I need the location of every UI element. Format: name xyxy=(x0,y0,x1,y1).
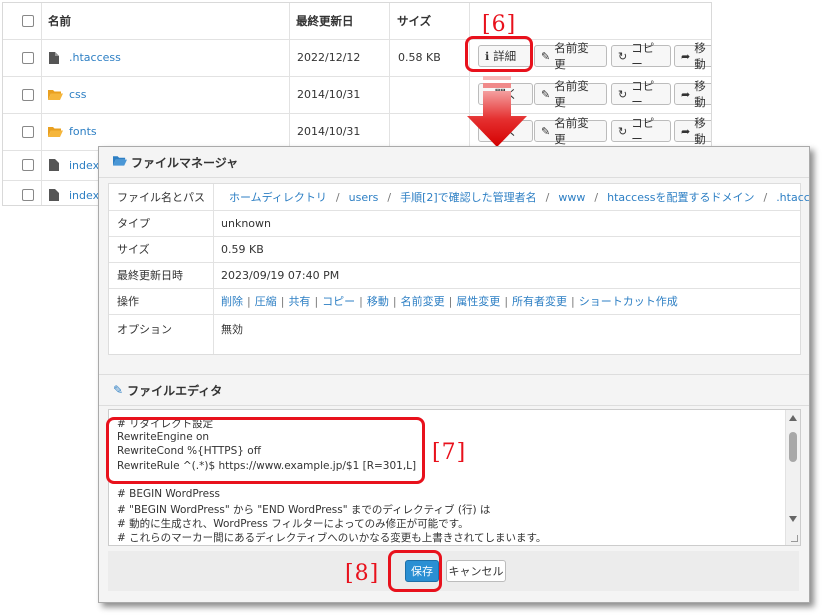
op-share[interactable]: 共有 xyxy=(288,293,310,309)
row-checkbox[interactable] xyxy=(22,113,34,150)
scroll-thumb[interactable] xyxy=(789,432,797,462)
column-name[interactable]: 名前 xyxy=(48,3,71,39)
file-name-link[interactable]: .htaccess xyxy=(69,39,121,76)
file-modified-value: 2023/09/19 07:40 PM xyxy=(221,268,340,282)
edit-icon: ✎ xyxy=(541,124,551,138)
file-manager-title: ファイルマネージャ xyxy=(131,155,239,170)
copy-icon: ↻ xyxy=(618,87,628,101)
arrow-right-icon: ➦ xyxy=(681,124,691,138)
column-modified[interactable]: 最終更新日 xyxy=(296,3,354,39)
file-date: 2014/10/31 xyxy=(297,88,361,101)
folder-icon xyxy=(48,113,63,150)
breadcrumb-file[interactable]: .htaccess xyxy=(776,191,809,204)
copy-button[interactable]: ↻ コピー xyxy=(611,116,671,146)
folder-icon xyxy=(48,76,63,113)
editor-footer: 保存 キャンセル xyxy=(108,551,799,591)
resize-handle-icon[interactable] xyxy=(791,535,798,542)
table-header: 名前 最終更新日 サイズ xyxy=(3,3,711,40)
column-size[interactable]: サイズ xyxy=(397,3,431,39)
row-checkbox[interactable] xyxy=(22,180,34,205)
folder-name-link[interactable]: css xyxy=(69,76,87,113)
operations-links: 削除 | 圧縮 | 共有 | コピー | 移動 | 名前変更 | 属性変更 | … xyxy=(221,293,678,309)
folder-open-icon xyxy=(113,155,127,169)
step-7-highlight xyxy=(106,417,425,484)
code-line: # 動的に生成され、WordPress フィルターによってのみ修正が可能です。 xyxy=(117,518,469,530)
folder-name-link[interactable]: fonts xyxy=(69,113,97,150)
row-checkbox[interactable] xyxy=(22,76,34,113)
scroll-up-icon[interactable] xyxy=(789,415,797,421)
op-copy[interactable]: コピー xyxy=(322,293,355,309)
rename-button[interactable]: ✎ 名前変更 xyxy=(534,41,607,71)
file-editor-header: ✎ ファイルエディタ xyxy=(99,374,809,406)
info-row-size: サイズ 0.59 KB xyxy=(109,236,800,263)
info-row-modified: 最終更新日時 2023/09/19 07:40 PM xyxy=(109,262,800,289)
breadcrumb-admin[interactable]: 手順[2]で確認した管理者名 xyxy=(400,189,537,205)
copy-button[interactable]: ↻ コピー xyxy=(611,41,671,71)
code-line: # "BEGIN WordPress" から "END WordPress" ま… xyxy=(117,504,491,516)
cancel-button[interactable]: キャンセル xyxy=(446,560,506,582)
copy-button[interactable]: ↻ コピー xyxy=(611,79,671,109)
step-6-highlight xyxy=(465,36,533,72)
op-shortcut[interactable]: ショートカット作成 xyxy=(579,293,678,309)
file-icon xyxy=(49,150,59,180)
file-size-value: 0.59 KB xyxy=(221,242,264,256)
info-row-operations: 操作 削除 | 圧縮 | 共有 | コピー | 移動 | 名前変更 | 属性変更… xyxy=(109,288,800,315)
move-button[interactable]: ➦ 移動 xyxy=(674,41,711,71)
op-move[interactable]: 移動 xyxy=(367,293,389,309)
step-8-highlight xyxy=(388,550,442,592)
breadcrumb-users[interactable]: users xyxy=(349,191,379,204)
arrow-right-icon: ➦ xyxy=(681,49,691,63)
op-owner[interactable]: 所有者変更 xyxy=(512,293,567,309)
file-size: 0.58 KB xyxy=(398,51,441,64)
breadcrumb-domain[interactable]: htaccessを配置するドメイン xyxy=(607,189,754,205)
down-arrow-icon xyxy=(467,76,527,147)
file-icon xyxy=(49,39,59,76)
rename-button[interactable]: ✎ 名前変更 xyxy=(534,79,607,109)
info-row-type: タイプ unknown xyxy=(109,210,800,237)
edit-icon: ✎ xyxy=(541,87,551,101)
options-value: 無効 xyxy=(221,323,243,336)
scroll-down-icon[interactable] xyxy=(789,516,797,522)
op-delete[interactable]: 削除 xyxy=(221,293,243,309)
code-line: # BEGIN WordPress xyxy=(117,488,221,500)
copy-icon: ↻ xyxy=(618,49,628,63)
info-row-path: ファイル名とパス ホームディレクトリ / users / 手順[2]で確認した管… xyxy=(109,184,809,211)
breadcrumb-home[interactable]: ホームディレクトリ xyxy=(229,189,327,205)
rename-button[interactable]: ✎ 名前変更 xyxy=(534,116,607,146)
row-checkbox[interactable] xyxy=(22,39,34,76)
move-button[interactable]: ➦ 移動 xyxy=(674,79,711,109)
code-line: # これらのマーカー間にあるディレクティブへのいかなる変更も上書きされてしまいま… xyxy=(117,532,547,544)
breadcrumb: ホームディレクトリ / users / 手順[2]で確認した管理者名 / www… xyxy=(229,184,809,210)
breadcrumb-www[interactable]: www xyxy=(558,191,585,204)
file-type-value: unknown xyxy=(221,216,271,230)
editor-scrollbar[interactable] xyxy=(785,410,800,545)
edit-icon: ✎ xyxy=(113,383,124,397)
step-8-label: [8] xyxy=(345,561,380,586)
file-manager-header: ファイルマネージャ xyxy=(99,147,809,178)
row-checkbox[interactable] xyxy=(22,150,34,180)
arrow-right-icon: ➦ xyxy=(681,87,691,101)
op-attributes[interactable]: 属性変更 xyxy=(456,293,500,309)
file-icon xyxy=(49,180,59,205)
edit-icon: ✎ xyxy=(541,49,551,63)
move-button[interactable]: ➦ 移動 xyxy=(674,116,711,146)
info-row-options: オプション 無効 xyxy=(109,314,800,344)
file-date: 2014/10/31 xyxy=(297,125,361,138)
file-info-table: ファイル名とパス ホームディレクトリ / users / 手順[2]で確認した管… xyxy=(108,183,809,355)
file-manager-panel: ファイルマネージャ ファイル名とパス ホームディレクトリ / users / 手… xyxy=(98,146,810,603)
op-compress[interactable]: 圧縮 xyxy=(255,293,277,309)
select-all-checkbox[interactable] xyxy=(22,3,34,39)
step-7-label: [7] xyxy=(432,440,467,465)
file-editor-title: ファイルエディタ xyxy=(127,383,223,398)
op-rename[interactable]: 名前変更 xyxy=(401,293,445,309)
copy-icon: ↻ xyxy=(618,124,628,138)
step-6-label: [6] xyxy=(482,12,517,37)
file-date: 2022/12/12 xyxy=(297,51,361,64)
